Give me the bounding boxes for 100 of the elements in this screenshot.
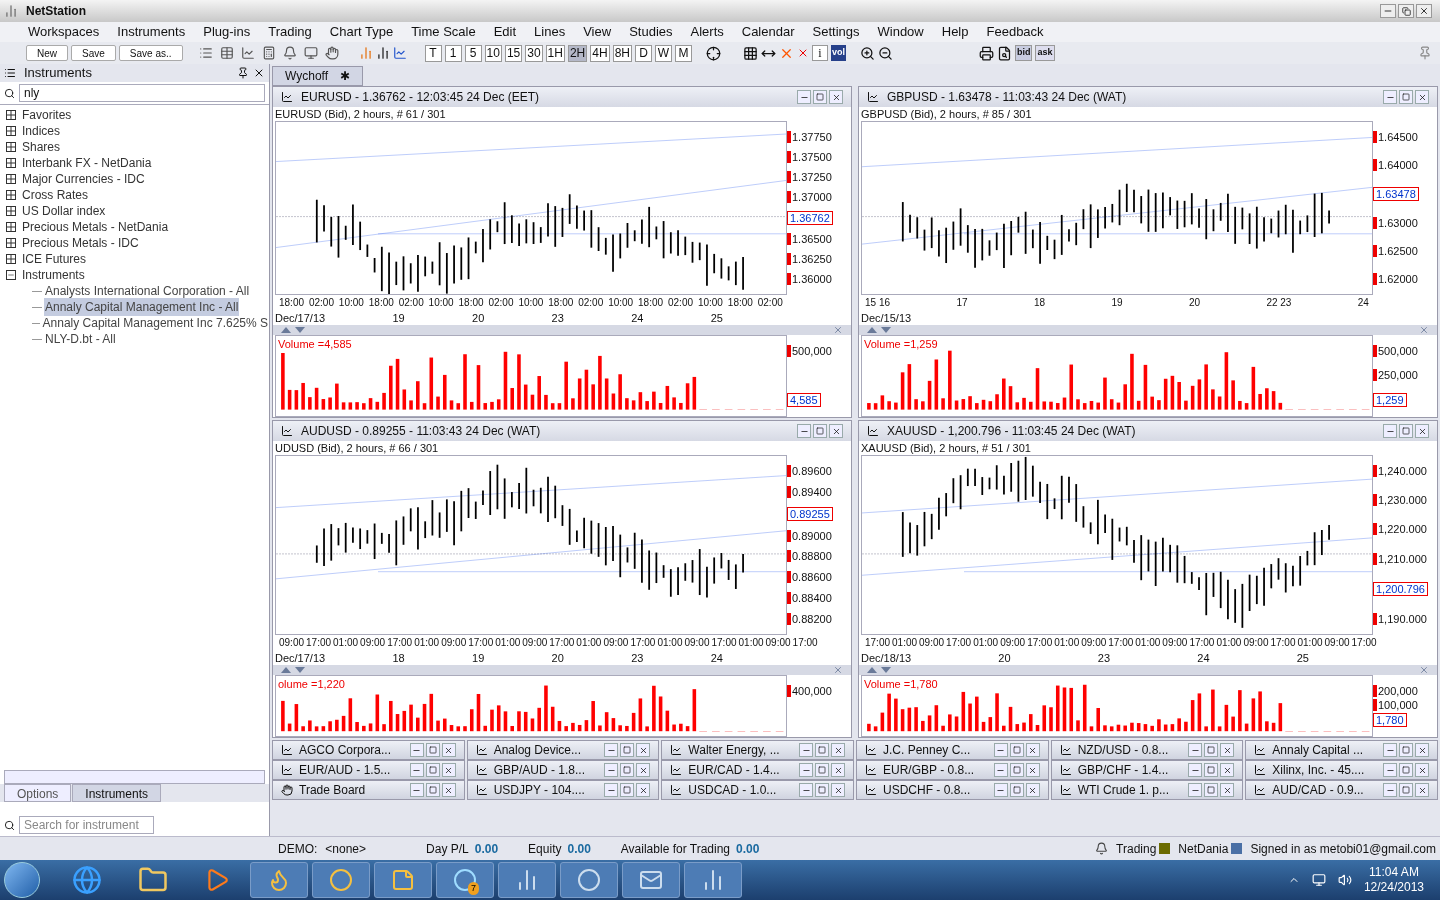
browser-icon[interactable] xyxy=(72,865,102,895)
bid-button[interactable]: bid xyxy=(1015,45,1033,61)
minimize-icon[interactable] xyxy=(409,743,424,757)
timeframe-button[interactable]: 4H xyxy=(590,44,610,62)
expand-icon[interactable] xyxy=(6,142,16,152)
timeframe-button[interactable]: M xyxy=(674,44,692,62)
ask-button[interactable]: ask xyxy=(1035,45,1055,61)
volume-icon[interactable] xyxy=(1337,873,1352,887)
timeframe-button[interactable]: W xyxy=(654,44,672,62)
close-icon[interactable] xyxy=(1025,783,1040,797)
minimize-icon[interactable] xyxy=(797,424,811,438)
maximize-icon[interactable] xyxy=(1399,743,1413,757)
tree-item[interactable]: Major Currencies - IDC xyxy=(0,171,269,187)
toolbar-icon[interactable] xyxy=(198,46,213,60)
menu-item[interactable]: Alerts xyxy=(690,22,724,42)
minimize-icon[interactable] xyxy=(1188,743,1203,757)
close-icon[interactable] xyxy=(1415,763,1429,777)
tree-item[interactable]: Analysts International Corporation - All xyxy=(44,282,251,300)
minimized-window[interactable]: USDCHF - 0.8... xyxy=(856,780,1049,800)
minimized-window[interactable]: Xilinx, Inc. - 45.... xyxy=(1245,760,1438,780)
minimize-icon[interactable] xyxy=(993,743,1008,757)
timeframe-button[interactable]: 8H xyxy=(612,44,632,62)
tree-item[interactable]: ICE Futures xyxy=(0,251,269,267)
minimize-icon[interactable] xyxy=(1188,783,1203,797)
expand-icon[interactable] xyxy=(6,174,16,184)
minimized-window[interactable]: GBP/CHF - 1.4... xyxy=(1050,760,1244,780)
timeframe-button[interactable]: 2H xyxy=(567,44,588,62)
minimized-window[interactable]: NZD/USD - 0.8... xyxy=(1050,740,1244,760)
menu-item[interactable]: Window xyxy=(877,22,924,42)
close-icon[interactable]: ✱ xyxy=(340,67,351,85)
taskbar-button[interactable] xyxy=(684,862,742,898)
timeframe-button[interactable]: 10 xyxy=(484,44,502,62)
toolbar-button[interactable]: Save as.. xyxy=(118,45,183,61)
minimize-icon[interactable] xyxy=(1383,743,1397,757)
tree-item[interactable]: Interbank FX - NetDania xyxy=(0,155,269,171)
toolbar-icon[interactable] xyxy=(219,46,234,60)
minimize-icon[interactable] xyxy=(993,783,1008,797)
tree-item[interactable]: Indices xyxy=(0,123,269,139)
minimized-window[interactable]: USDCAD - 1.0... xyxy=(661,780,854,800)
timeframe-button[interactable]: T xyxy=(424,44,442,62)
close-icon[interactable] xyxy=(636,763,651,777)
tree-item[interactable]: Annaly Capital Management Inc - All xyxy=(44,298,240,316)
minimize-icon[interactable] xyxy=(409,783,424,797)
info-button[interactable]: i xyxy=(811,45,828,61)
minimized-window[interactable]: GBP/AUD - 1.8... xyxy=(466,760,660,780)
minimize-icon[interactable] xyxy=(1383,90,1397,104)
close-icon[interactable] xyxy=(1025,743,1040,757)
maximize-icon[interactable] xyxy=(1399,783,1413,797)
menu-item[interactable]: Trading xyxy=(268,22,312,42)
taskbar-button[interactable] xyxy=(622,862,680,898)
toolbar-button[interactable]: Save xyxy=(71,45,116,61)
minimized-window[interactable]: WTI Crude 1. p... xyxy=(1050,780,1244,800)
close-icon[interactable] xyxy=(441,783,456,797)
menu-item[interactable]: Workspaces xyxy=(28,22,100,42)
zoom-out-icon[interactable] xyxy=(878,45,893,61)
close-icon[interactable] xyxy=(829,424,843,438)
timeframe-button[interactable]: 15 xyxy=(504,44,523,62)
maximize-icon[interactable] xyxy=(813,424,827,438)
menu-item[interactable]: Edit xyxy=(493,22,517,42)
maximize-icon[interactable] xyxy=(815,783,829,797)
minimized-window[interactable]: Trade Board xyxy=(272,780,465,800)
expand-icon[interactable] xyxy=(6,206,16,216)
timeframe-button[interactable]: D xyxy=(634,44,652,62)
menu-item[interactable]: Help xyxy=(941,22,969,42)
toolbar-icon[interactable] xyxy=(240,46,255,60)
line-chart-icon[interactable] xyxy=(392,46,407,60)
menu-item[interactable]: Feedback xyxy=(986,22,1044,42)
print-icon[interactable] xyxy=(979,45,994,61)
sidebar-tab[interactable]: Options xyxy=(4,784,72,802)
preview-icon[interactable] xyxy=(997,45,1012,61)
zoom-in-icon[interactable] xyxy=(860,45,875,61)
maximize-icon[interactable] xyxy=(1399,763,1413,777)
close-icon[interactable] xyxy=(441,743,456,757)
minimized-window[interactable]: J.C. Penney C... xyxy=(856,740,1049,760)
toolbar-button[interactable]: New xyxy=(26,45,68,61)
tree-item[interactable]: Precious Metals - IDC xyxy=(0,235,269,251)
minimized-window[interactable]: EUR/AUD - 1.5... xyxy=(272,760,465,780)
minimize-icon[interactable] xyxy=(799,743,813,757)
menu-item[interactable]: Plug-ins xyxy=(203,22,251,42)
sidebar-tab[interactable]: Instruments xyxy=(72,784,162,802)
expand-icon[interactable] xyxy=(6,222,16,232)
close-icon[interactable] xyxy=(831,763,845,777)
grid-icon[interactable] xyxy=(742,45,758,61)
close-icon[interactable] xyxy=(831,783,845,797)
workspace-tab[interactable]: Wychoff ✱ xyxy=(272,66,364,86)
start-button[interactable] xyxy=(4,862,40,898)
minimize-icon[interactable] xyxy=(799,783,813,797)
minimize-icon[interactable] xyxy=(604,783,619,797)
taskbar-button[interactable] xyxy=(374,862,432,898)
tree-item[interactable]: Instruments xyxy=(0,267,269,283)
search-field[interactable]: nly xyxy=(19,84,265,102)
minimize-icon[interactable] xyxy=(797,90,811,104)
taskbar-button[interactable] xyxy=(312,862,370,898)
restore-icon[interactable] xyxy=(1398,4,1414,18)
close-icon[interactable] xyxy=(441,763,456,777)
collapse-icon[interactable] xyxy=(6,270,16,280)
minimize-icon[interactable] xyxy=(1383,424,1397,438)
close-icon[interactable] xyxy=(1025,763,1040,777)
bell-icon[interactable] xyxy=(1095,842,1109,855)
close-icon[interactable] xyxy=(1416,4,1432,18)
